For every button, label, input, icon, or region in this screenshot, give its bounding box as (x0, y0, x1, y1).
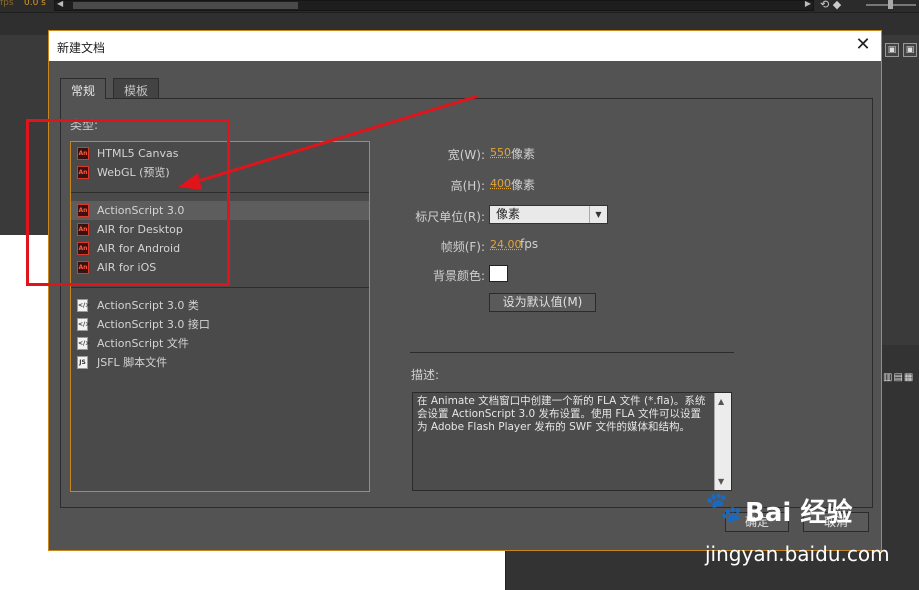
arrow-head (178, 173, 202, 190)
paw-logo-icon: 🐾 (705, 490, 742, 525)
arrow-line (194, 94, 479, 184)
watermark-url: jingyan.baidu.com (705, 542, 890, 566)
baidu-watermark: 🐾 Bai 经验 jingyan.baidu.com (705, 490, 915, 570)
tab-general[interactable]: 常规 (60, 78, 107, 99)
watermark-brand: Bai 经验 (745, 498, 853, 528)
